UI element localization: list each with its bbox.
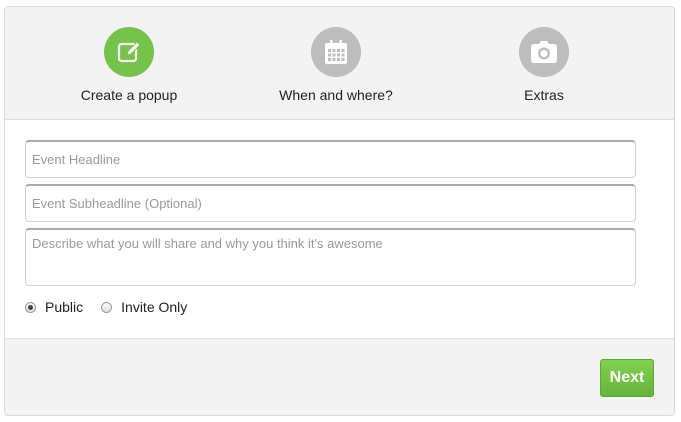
radio-public[interactable]: Public <box>25 299 83 315</box>
step-icon-circle <box>519 27 569 77</box>
event-form: Public Invite Only <box>5 120 674 338</box>
visibility-radio-group: Public Invite Only <box>25 299 205 315</box>
radio-label: Public <box>45 299 84 315</box>
radio-invite-only[interactable]: Invite Only <box>101 299 187 315</box>
edit-icon <box>117 41 141 63</box>
step-when-and-where[interactable]: When and where? <box>246 27 426 103</box>
calendar-icon <box>325 40 347 64</box>
popup-wizard-card: Create a popup When and where? Extras Ev… <box>4 6 675 416</box>
step-create-popup[interactable]: Create a popup <box>39 27 219 103</box>
step-icon-circle <box>311 27 361 77</box>
step-label: Create a popup <box>80 87 178 103</box>
event-subheadline-input[interactable] <box>25 184 636 222</box>
radio-button-checked[interactable] <box>25 301 36 313</box>
event-headline-input[interactable] <box>25 140 636 178</box>
radio-label: Invite Only <box>121 299 188 315</box>
event-description-textarea[interactable] <box>25 228 636 286</box>
step-extras[interactable]: Extras <box>454 27 634 103</box>
radio-button[interactable] <box>101 301 113 313</box>
step-label: When and where? <box>279 87 393 103</box>
wizard-steps: Create a popup When and where? Extras <box>5 7 674 120</box>
wizard-footer: Next <box>5 338 674 415</box>
next-button[interactable]: Next <box>600 359 654 397</box>
camera-icon <box>531 41 557 63</box>
step-icon-circle <box>104 27 154 77</box>
step-label: Extras <box>524 87 564 103</box>
